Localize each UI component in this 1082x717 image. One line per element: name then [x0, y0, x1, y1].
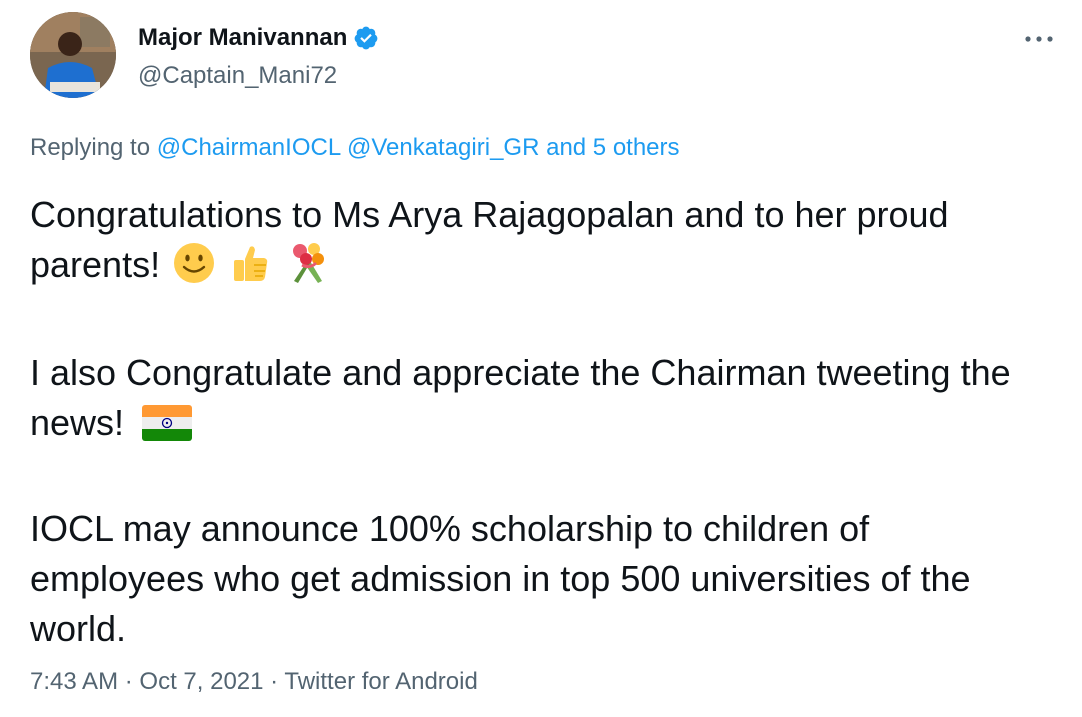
thumbs-up-icon: [228, 241, 272, 298]
tweet-text: Congratulations to Ms Arya Rajagopalan a…: [30, 190, 1050, 654]
more-options-icon[interactable]: [1022, 24, 1056, 54]
display-name[interactable]: Major Manivannan: [138, 24, 347, 52]
tweet-paragraph-3: IOCL may announce 100% scholarship to ch…: [30, 508, 971, 649]
mention-venkatagiri-gr[interactable]: @Venkatagiri_GR: [347, 134, 539, 161]
tweet-date[interactable]: Oct 7, 2021: [139, 668, 263, 695]
india-flag-icon: [142, 404, 193, 454]
avatar-photo: [30, 12, 116, 98]
replying-prefix: Replying to: [30, 134, 151, 161]
smiley-face-icon: [172, 241, 216, 298]
tweet-time[interactable]: 7:43 AM: [30, 668, 118, 695]
avatar[interactable]: [30, 12, 116, 98]
tweet-source[interactable]: Twitter for Android: [284, 668, 477, 695]
meta-separator: ·: [270, 668, 279, 695]
tweet-paragraph-2: I also Congratulate and appreciate the C…: [30, 348, 1050, 454]
tweet-paragraph-1: Congratulations to Ms Arya Rajagopalan a…: [30, 190, 1050, 298]
mention-chairmaniocl[interactable]: @ChairmanIOCL: [157, 134, 341, 161]
replying-to: Replying to @ChairmanIOCL @Venkatagiri_G…: [30, 134, 680, 162]
mention-others[interactable]: and 5 others: [546, 134, 679, 161]
verified-badge-icon: [353, 25, 379, 51]
tweet-metadata: 7:43 AM · Oct 7, 2021 · Twitter for Andr…: [30, 668, 478, 696]
author-name-row: Major Manivannan: [138, 24, 379, 52]
tweet-paragraph-1-text: Congratulations to Ms Arya Rajagopalan a…: [30, 194, 949, 285]
meta-separator: ·: [124, 668, 133, 695]
tweet: Major Manivannan @Captain_Mani72 Replyin…: [0, 0, 1082, 717]
bouquet-icon: [284, 241, 330, 298]
author-handle[interactable]: @Captain_Mani72: [138, 62, 337, 90]
